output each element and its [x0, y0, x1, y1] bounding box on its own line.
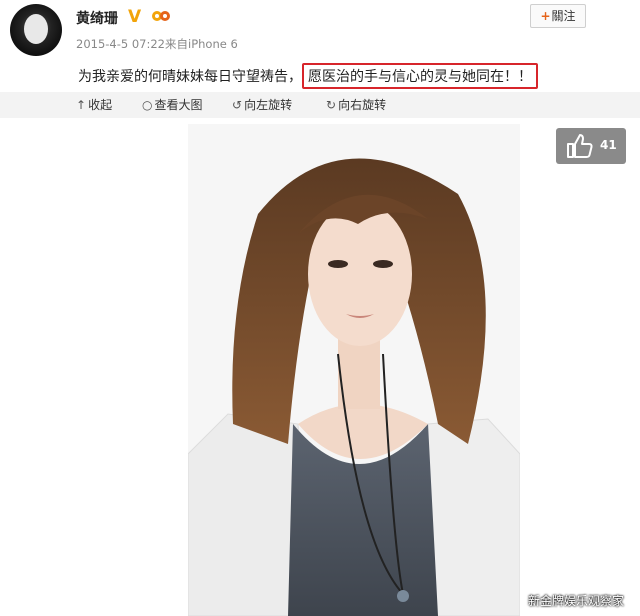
thumbs-up-icon [567, 134, 593, 158]
collapse-label: 收起 [88, 98, 113, 112]
collapse-button[interactable]: ↑ 收起 [76, 96, 112, 113]
view-large-label: 查看大图 [154, 98, 203, 112]
follow-button[interactable]: +關注 [530, 4, 586, 28]
like-count: 41 [600, 138, 617, 152]
rotate-right-button[interactable]: ↻ 向右旋转 [326, 96, 386, 113]
rotate-left-label: 向左旋转 [244, 98, 293, 112]
like-button[interactable]: 41 [556, 128, 626, 164]
rotate-left-button[interactable]: ↺ 向左旋转 [232, 96, 292, 113]
rotate-left-icon: ↺ [232, 98, 243, 112]
post-text: 为我亲爱的何晴妹妹每日守望祷告， 愿医治的手与信心的灵与她同在！！ [78, 63, 538, 89]
image-toolbar: ↑ 收起 ○ 查看大图 ↺ 向左旋转 ↻ 向右旋转 [0, 92, 640, 118]
view-large-button[interactable]: ○ 查看大图 [142, 96, 203, 113]
username[interactable]: 黄绮珊 [76, 8, 118, 28]
avatar[interactable] [10, 4, 62, 56]
rotate-right-icon: ↻ [326, 98, 337, 112]
avatar-face [24, 14, 48, 44]
post-photo[interactable] [188, 124, 520, 616]
magnifier-icon: ○ [142, 98, 153, 112]
medal-icon [152, 11, 170, 21]
post-header: 黄绮珊 V 2015-4-5 07:22来自iPhone 6 +關注 为我亲爱的… [0, 0, 640, 92]
follow-label: 關注 [551, 9, 576, 23]
plus-icon: + [540, 9, 551, 23]
post-text-highlight: 愿医治的手与信心的灵与她同在！！ [302, 63, 538, 89]
arrow-up-icon: ↑ [76, 98, 87, 112]
post-text-plain: 为我亲爱的何晴妹妹每日守望祷告， [78, 69, 302, 85]
rotate-right-label: 向右旋转 [338, 98, 387, 112]
post-meta: 2015-4-5 07:22来自iPhone 6 [76, 37, 238, 51]
watermark: 新金牌娱乐观察家 [528, 594, 625, 608]
verified-badge-icon: V [128, 7, 142, 27]
